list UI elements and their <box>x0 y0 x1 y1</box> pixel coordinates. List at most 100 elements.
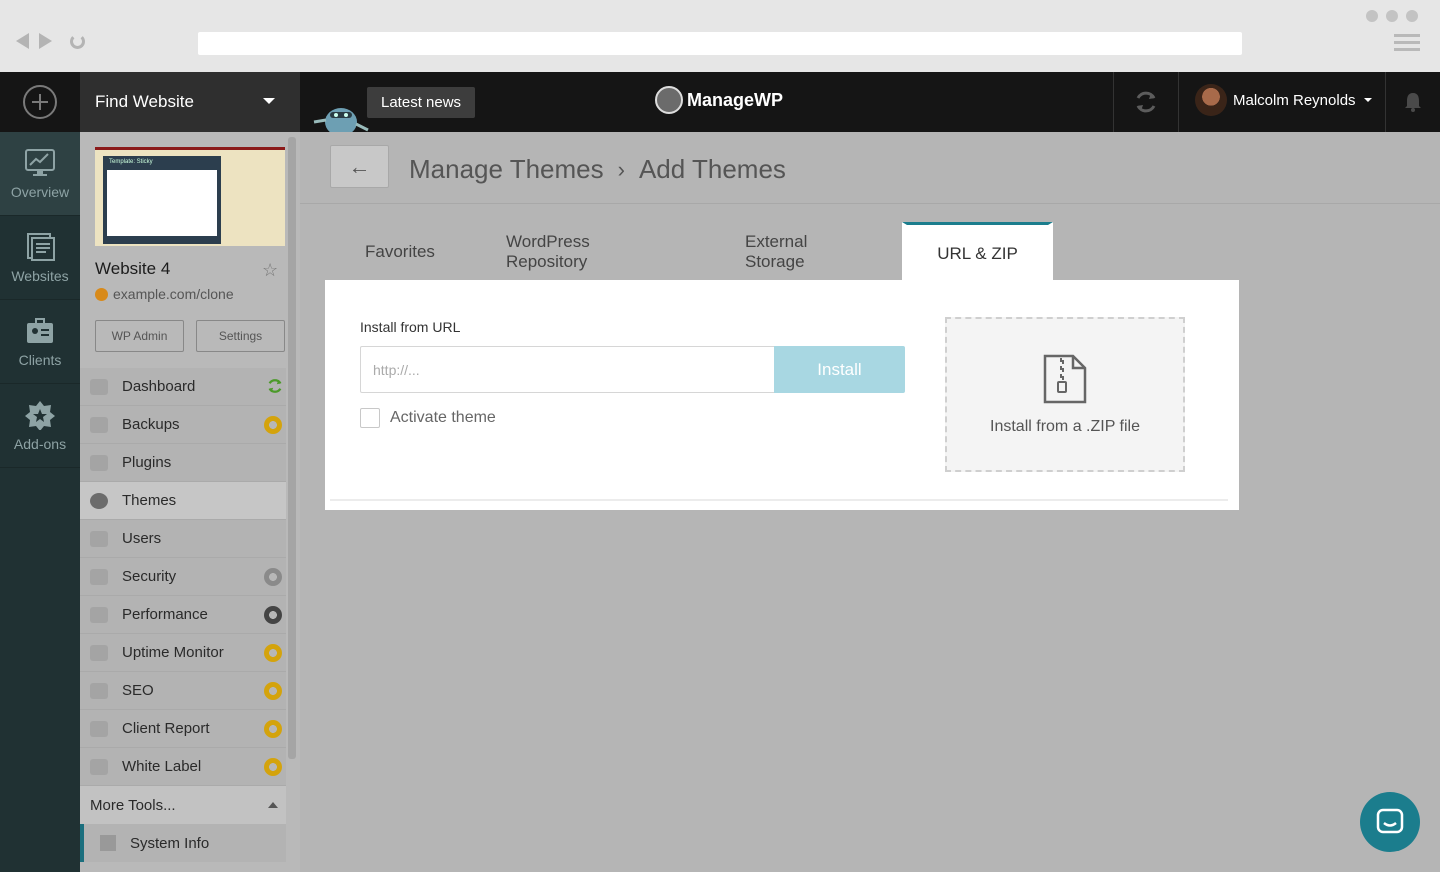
nav-overview[interactable]: Overview <box>0 132 80 216</box>
menu-item-label: Plugins <box>122 454 172 471</box>
nav-websites[interactable]: Websites <box>0 216 80 300</box>
dashboard-icon <box>90 378 108 395</box>
chevron-down-icon <box>263 98 275 104</box>
theme-url-input[interactable] <box>360 346 775 393</box>
menu-item-system-info[interactable]: System Info <box>80 824 286 862</box>
more-tools-toggle[interactable]: More Tools... <box>80 786 286 824</box>
menu-item-white-label[interactable]: White Label <box>80 748 286 786</box>
divider <box>300 203 1440 204</box>
nav-clients-label: Clients <box>18 351 62 368</box>
menu-item-label: Performance <box>122 606 208 623</box>
browser-menu-icon[interactable] <box>1394 34 1420 55</box>
users-icon <box>90 530 108 547</box>
menu-item-label: White Label <box>122 758 202 775</box>
website-url-text: example.com/clone <box>113 286 234 302</box>
zip-upload-dropzone[interactable]: Install from a .ZIP file <box>945 317 1185 472</box>
chat-icon <box>1376 808 1404 834</box>
menu-item-label: System Info <box>130 834 210 852</box>
settings-button[interactable]: Settings <box>196 320 285 352</box>
tab-external-storage[interactable]: External Storage <box>745 222 807 282</box>
star-badge-icon <box>25 400 55 430</box>
chevron-up-icon <box>268 802 278 808</box>
thumbnail-title: Template: Sticky <box>109 159 153 165</box>
menu-item-security[interactable]: Security <box>80 558 286 596</box>
notifications-button[interactable] <box>1385 72 1440 132</box>
tab-url-zip[interactable]: URL & ZIP <box>902 222 1053 282</box>
breadcrumb-parent[interactable]: Manage Themes <box>409 154 604 185</box>
install-button[interactable]: Install <box>774 346 905 393</box>
tab-wordpress-repository[interactable]: WordPress Repository <box>506 222 590 282</box>
activate-theme-label[interactable]: Activate theme <box>390 409 496 427</box>
browser-chrome <box>0 0 1440 72</box>
robot-mascot-icon[interactable] <box>312 100 370 132</box>
zip-upload-label: Install from a .ZIP file <box>990 417 1140 435</box>
menu-item-seo[interactable]: SEO <box>80 672 286 710</box>
website-name: Website 4 <box>95 259 171 278</box>
menu-item-uptime-monitor[interactable]: Uptime Monitor <box>80 634 286 672</box>
sync-button[interactable] <box>1113 72 1179 132</box>
user-menu[interactable]: Malcolm Reynolds <box>1195 84 1372 116</box>
menu-item-label: Uptime Monitor <box>122 644 224 661</box>
latest-news-button[interactable]: Latest news <box>367 87 476 118</box>
shield-icon <box>90 568 108 585</box>
menu-item-label: Dashboard <box>122 378 196 395</box>
nav-websites-label: Websites <box>11 267 69 284</box>
website-thumbnail[interactable]: Template: Sticky <box>95 147 285 246</box>
find-website-dropdown[interactable]: Find Website <box>80 72 300 132</box>
tag-icon <box>90 758 108 775</box>
arrow-up-icon <box>90 644 108 661</box>
activate-theme-checkbox[interactable] <box>360 408 380 428</box>
left-nav: Overview Websites Clients Add-ons <box>0 132 80 872</box>
app-topbar: Find Website Latest news ManageWP Malcol… <box>0 72 1440 132</box>
menu-item-label: Security <box>122 568 177 585</box>
breadcrumb: Manage Themes › Add Themes <box>409 154 786 185</box>
menu-item-label: Client Report <box>122 720 210 737</box>
back-button[interactable]: ← <box>330 145 389 188</box>
menu-item-performance[interactable]: Performance <box>80 596 286 634</box>
server-icon <box>100 835 116 851</box>
activate-theme-row: Activate theme <box>360 408 496 428</box>
clients-icon <box>27 317 53 343</box>
tab-favorites[interactable]: Favorites <box>365 222 435 282</box>
menu-item-label: Users <box>122 530 162 547</box>
favorite-star-icon[interactable]: ☆ <box>262 260 278 281</box>
menu-item-themes[interactable]: Themes <box>80 482 286 520</box>
nav-clients[interactable]: Clients <box>0 300 80 384</box>
website-tools-menu: Dashboard Backups Plugins Themes Users S… <box>80 368 286 862</box>
reload-icon[interactable] <box>70 33 85 49</box>
forward-arrow-icon[interactable] <box>39 33 52 49</box>
chat-launcher-button[interactable] <box>1360 792 1420 852</box>
managewp-logo[interactable]: ManageWP <box>655 86 783 114</box>
menu-item-label: Backups <box>122 416 180 433</box>
report-chart-icon <box>90 720 108 737</box>
browser-nav <box>16 33 85 49</box>
nav-addons[interactable]: Add-ons <box>0 384 80 468</box>
wp-admin-button[interactable]: WP Admin <box>95 320 184 352</box>
add-website-button[interactable] <box>0 72 80 132</box>
plus-circle-icon <box>23 85 57 119</box>
gear-badge-icon <box>264 568 282 586</box>
gear-badge-icon <box>264 758 282 776</box>
logo-mark-icon <box>655 86 683 114</box>
menu-item-client-report[interactable]: Client Report <box>80 710 286 748</box>
menu-item-backups[interactable]: Backups <box>80 406 286 444</box>
menu-item-dashboard[interactable]: Dashboard <box>80 368 286 406</box>
backups-icon <box>90 416 108 433</box>
bell-icon <box>1405 93 1421 112</box>
zip-file-icon <box>1043 354 1087 403</box>
website-url[interactable]: example.com/clone <box>95 286 234 302</box>
sidebar-scrollbar[interactable] <box>288 137 296 759</box>
back-arrow-icon[interactable] <box>16 33 29 49</box>
gear-badge-icon <box>264 606 282 624</box>
more-tools-label: More Tools... <box>90 796 176 814</box>
speedometer-icon <box>90 606 108 623</box>
gear-badge-icon <box>264 682 282 700</box>
address-bar[interactable] <box>198 32 1242 55</box>
megaphone-icon <box>90 682 108 699</box>
user-name: Malcolm Reynolds <box>1233 91 1356 109</box>
menu-item-plugins[interactable]: Plugins <box>80 444 286 482</box>
websites-icon <box>27 232 55 261</box>
nav-overview-label: Overview <box>10 183 70 200</box>
menu-item-users[interactable]: Users <box>80 520 286 558</box>
gear-badge-icon <box>264 720 282 738</box>
